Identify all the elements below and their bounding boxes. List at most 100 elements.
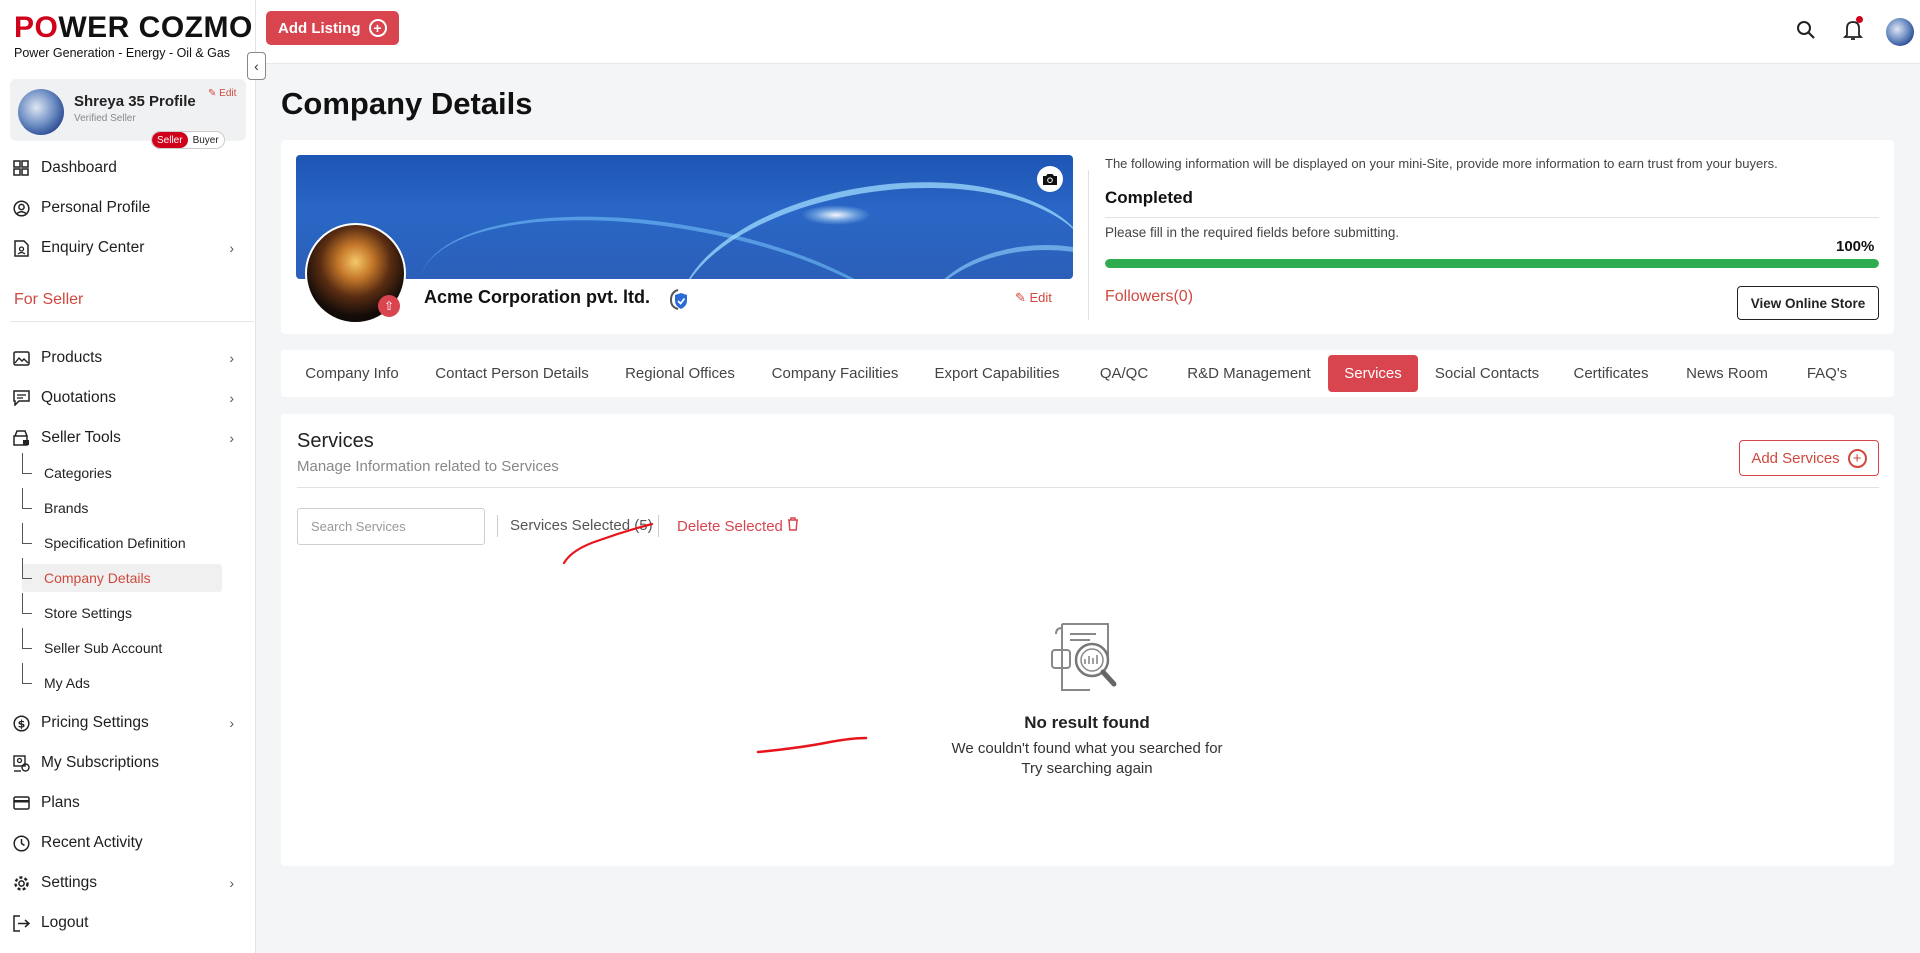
role-toggle[interactable]: Seller Buyer [151,131,225,149]
sidebar-item-label: Plans [41,794,80,811]
notification-dot [1856,16,1863,23]
sidebar-item-enquiry-center[interactable]: Enquiry Center › [12,234,246,262]
tab-news-room[interactable]: News Room [1671,355,1783,392]
brand-logo[interactable]: POWER COZMO Power Generation - Energy - … [14,11,253,61]
progress-percent: 100% [1836,238,1875,255]
view-online-store-button[interactable]: View Online Store [1737,286,1879,320]
sidebar-item-pricing-settings[interactable]: $ Pricing Settings › [12,709,246,737]
plus-circle-icon: + [368,19,387,37]
chevron-right-icon: › [229,875,234,891]
no-result-hint: Try searching again [1021,760,1153,777]
sidebar-subitem-specification-definition[interactable]: Specification Definition [22,523,222,557]
notification-bell-icon[interactable] [1841,16,1865,42]
user-avatar-button[interactable] [1886,18,1914,46]
services-subtitle: Manage Information related to Services [297,458,559,475]
sidebar-item-label: Dashboard [41,159,117,176]
sidebar-item-products[interactable]: Products › [12,344,246,372]
add-listing-button[interactable]: Add Listing + [266,11,399,45]
divider [10,321,254,322]
sidebar-item-personal-profile[interactable]: Personal Profile [12,194,246,222]
chevron-right-icon: › [229,430,234,446]
sidebar-subitem-seller-sub-account[interactable]: Seller Sub Account [22,628,222,662]
tab-r-d-management[interactable]: R&D Management [1171,355,1327,392]
sidebar-item-recent-activity[interactable]: Recent Activity [12,829,246,857]
role-seller-option[interactable]: Seller [152,132,188,148]
tab-company-info[interactable]: Company Info [293,355,411,392]
page-title: Company Details [281,86,533,121]
sidebar-subitem-label: Seller Sub Account [44,640,163,656]
logo-tagline: Power Generation - Energy - Oil & Gas [14,46,231,60]
delete-selected-button[interactable]: Delete Selected [677,517,799,535]
sidebar-item-logout[interactable]: Logout [12,909,246,937]
sidebar-item-label: Recent Activity [41,834,143,851]
tab-services[interactable]: Services [1328,355,1418,392]
company-edit-button[interactable]: ✎ Edit [1015,290,1052,306]
profile-name: Shreya 35 Profile [74,93,196,110]
fill-required-text: Please fill in the required fields befor… [1105,225,1400,240]
tab-company-facilities[interactable]: Company Facilities [759,355,911,392]
logo-wordmark: POWER COZMO [14,11,253,44]
no-result-message: We couldn't found what you searched for [951,740,1223,757]
sidebar-collapse-button[interactable]: ‹ [247,52,266,80]
chevron-left-icon: ‹ [254,58,259,74]
sidebar-subitem-store-settings[interactable]: Store Settings [22,593,222,627]
sidebar-item-seller-tools[interactable]: Seller Tools › [12,424,246,452]
tab-export-capabilities[interactable]: Export Capabilities [921,355,1073,392]
sidebar-item-label: Pricing Settings [41,714,149,731]
tab-social-contacts[interactable]: Social Contacts [1427,355,1547,392]
sidebar-item-label: Settings [41,874,98,891]
sidebar-subitem-company-details[interactable]: Company Details [22,558,222,592]
top-bar: Add Listing + [256,0,1920,64]
sidebar-item-plans[interactable]: Plans [12,789,246,817]
tab-qa-qc[interactable]: QA/QC [1090,355,1158,392]
company-name: Acme Corporation pvt. ltd. [424,287,651,307]
search-icon[interactable] [1794,18,1818,42]
sidebar-item-settings[interactable]: Settings › [12,869,246,897]
sidebar-subitem-categories[interactable]: Categories [22,453,222,487]
sidebar-item-label: Seller Tools [41,429,121,446]
sidebar-item-label: Products [41,349,103,366]
completion-progress-bar [1105,259,1879,268]
search-services-input[interactable] [297,508,485,545]
profile-card: Shreya 35 Profile Verified Seller ✎ Edit… [10,79,246,149]
sidebar-item-quotations[interactable]: Quotations › [12,384,246,412]
sidebar-item-my-subscriptions[interactable]: My Subscriptions [12,749,246,777]
enquiry-icon [12,239,30,257]
profile-edit-button[interactable]: ✎ Edit [208,88,236,99]
tab-faq-s[interactable]: FAQ's [1785,355,1869,392]
chevron-right-icon: › [229,715,234,731]
gear-icon [12,874,30,892]
sidebar-subitem-my-ads[interactable]: My Ads [22,663,222,697]
sidebar-subitem-label: Store Settings [44,605,132,621]
avatar [18,89,64,135]
services-selected-count: Services Selected (5) [510,517,653,534]
sidebar-subitem-label: Specification Definition [44,535,186,551]
sidebar-item-label: Quotations [41,389,116,406]
add-services-button[interactable]: Add Services + [1739,440,1879,476]
tab-regional-offices[interactable]: Regional Offices [611,355,749,392]
sidebar-item-dashboard[interactable]: Dashboard [12,154,246,182]
company-banner [296,155,1073,279]
sidebar-item-label: Logout [41,914,89,931]
sidebar-subitem-brands[interactable]: Brands [22,488,222,522]
logout-icon [12,914,30,932]
tab-certificates[interactable]: Certificates [1560,355,1662,392]
sidebar-subitem-label: My Ads [44,675,90,691]
sidebar-item-label: Personal Profile [41,199,151,216]
completion-status: Completed [1105,188,1193,207]
role-buyer-option[interactable]: Buyer [188,132,224,148]
chevron-right-icon: › [229,240,234,256]
tools-icon [12,429,30,447]
followers-link[interactable]: Followers(0) [1105,288,1193,306]
camera-icon[interactable] [1037,166,1063,192]
chevron-right-icon: › [229,390,234,406]
tab-contact-person-details[interactable]: Contact Person Details [425,355,599,392]
card-icon [12,794,30,812]
upload-icon[interactable]: ⇧ [378,295,400,317]
image-icon [12,349,30,367]
user-circle-icon [12,199,30,217]
sidebar-subitem-label: Company Details [44,570,151,586]
section-label-for-seller: For Seller [14,291,84,308]
dashboard-icon [12,159,30,177]
quotation-icon [12,389,30,407]
